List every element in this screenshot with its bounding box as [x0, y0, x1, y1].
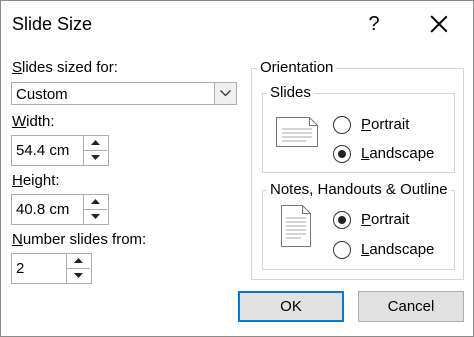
width-spinner[interactable]: 54.4 cm [11, 135, 109, 166]
notes-portrait-label[interactable]: Portrait [361, 211, 409, 228]
spin-up-icon [91, 140, 100, 145]
slides-sized-for-value: Custom [16, 86, 68, 103]
notes-legend: Notes, Handouts & Outline [267, 181, 451, 198]
help-button[interactable]: ? [365, 11, 383, 37]
width-value: 54.4 cm [16, 142, 70, 159]
orientation-legend: Orientation [257, 59, 337, 76]
number-slides-from-value: 2 [16, 260, 25, 277]
width-decrement-button[interactable] [84, 151, 107, 165]
number-updown [66, 254, 91, 283]
portrait-page-icon [281, 205, 311, 247]
slides-portrait-label[interactable]: Portrait [361, 116, 409, 133]
close-icon[interactable] [429, 14, 449, 34]
slides-sized-for-label: Slides sized for: [12, 59, 118, 76]
notes-landscape-radio[interactable] [333, 241, 351, 259]
slides-legend: Slides [267, 84, 314, 101]
number-slides-from-spinner[interactable]: 2 [11, 253, 92, 284]
spin-down-icon [91, 214, 100, 219]
height-decrement-button[interactable] [84, 210, 107, 224]
height-value: 40.8 cm [16, 201, 70, 218]
width-updown [83, 136, 108, 165]
notes-landscape-label[interactable]: Landscape [361, 241, 434, 258]
spin-up-icon [74, 258, 83, 263]
width-label: Width: [12, 113, 55, 130]
slides-landscape-radio[interactable] [333, 145, 351, 163]
number-decrement-button[interactable] [67, 269, 90, 283]
number-slides-from-label: Number slides from: [12, 231, 147, 248]
slides-portrait-radio[interactable] [333, 116, 351, 134]
width-increment-button[interactable] [84, 136, 107, 151]
height-increment-button[interactable] [84, 195, 107, 210]
height-label: Height: [12, 172, 60, 189]
dropdown-arrow-icon [220, 90, 231, 97]
ok-button[interactable]: OK [238, 291, 344, 322]
notes-portrait-radio[interactable] [333, 211, 351, 229]
dropdown-button[interactable] [214, 83, 236, 104]
landscape-page-icon [276, 117, 318, 147]
number-increment-button[interactable] [67, 254, 90, 269]
spin-down-icon [74, 273, 83, 278]
height-spinner[interactable]: 40.8 cm [11, 194, 109, 225]
slide-size-dialog: Slide Size ? Slides sized for: Custom Wi… [0, 0, 474, 337]
slides-sized-for-select[interactable]: Custom [11, 82, 237, 105]
spin-up-icon [91, 199, 100, 204]
dialog-title: Slide Size [12, 14, 93, 34]
title-bar: Slide Size ? [1, 1, 473, 49]
cancel-button[interactable]: Cancel [358, 291, 464, 322]
spin-down-icon [91, 155, 100, 160]
slides-landscape-label[interactable]: Landscape [361, 145, 434, 162]
height-updown [83, 195, 108, 224]
